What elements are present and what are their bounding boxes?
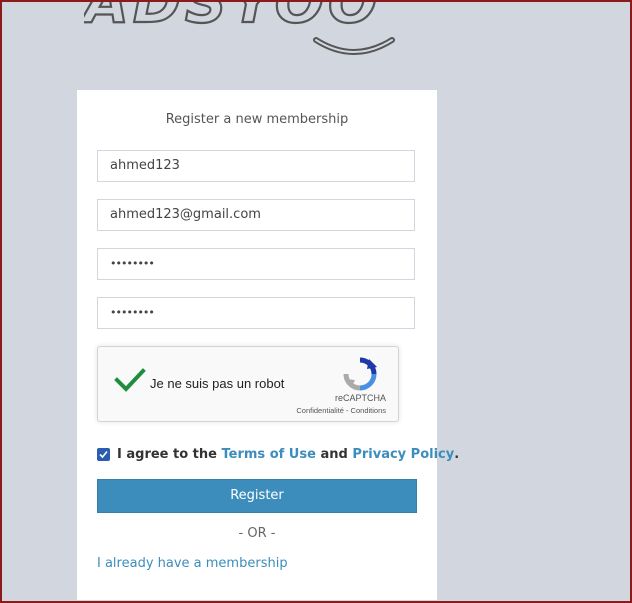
terms-of-use-link[interactable]: Terms of Use	[222, 447, 316, 462]
email-field[interactable]: ahmed123@gmail.com	[97, 199, 415, 231]
logo-text: ADSYOO	[84, 0, 381, 36]
agree-prefix: I agree to the	[117, 447, 217, 462]
or-divider: - OR -	[238, 526, 276, 541]
privacy-policy-link[interactable]: Privacy Policy	[352, 447, 454, 462]
agree-suffix: .	[454, 447, 460, 462]
recaptcha-terms-link[interactable]: Confidentialité - Conditions	[296, 406, 386, 415]
recaptcha-brand: reCAPTCHA	[334, 393, 386, 403]
register-title: Register a new membership	[165, 112, 349, 127]
password-field[interactable]: ••••••••	[97, 248, 415, 280]
captcha-checkmark-icon[interactable]	[114, 367, 146, 393]
recaptcha-widget[interactable]: Je ne suis pas un robot reCAPTCHA Confid…	[97, 346, 399, 422]
username-field[interactable]: ahmed123	[97, 150, 415, 182]
already-member-link[interactable]: I already have a membership	[97, 556, 288, 571]
captcha-label: Je ne suis pas un robot	[150, 376, 285, 391]
terms-agreement: I agree to the Terms of Use and Privacy …	[97, 447, 459, 462]
recaptcha-logo-icon	[343, 357, 377, 391]
adsyoo-logo: ADSYOO	[79, 0, 434, 62]
retype-password-field[interactable]: ••••••••	[97, 297, 415, 329]
register-button[interactable]: Register	[97, 479, 417, 513]
agree-checkbox[interactable]	[97, 448, 110, 461]
register-box: Register a new membership ahmed123 ahmed…	[77, 90, 459, 600]
agree-middle: and	[320, 447, 348, 462]
